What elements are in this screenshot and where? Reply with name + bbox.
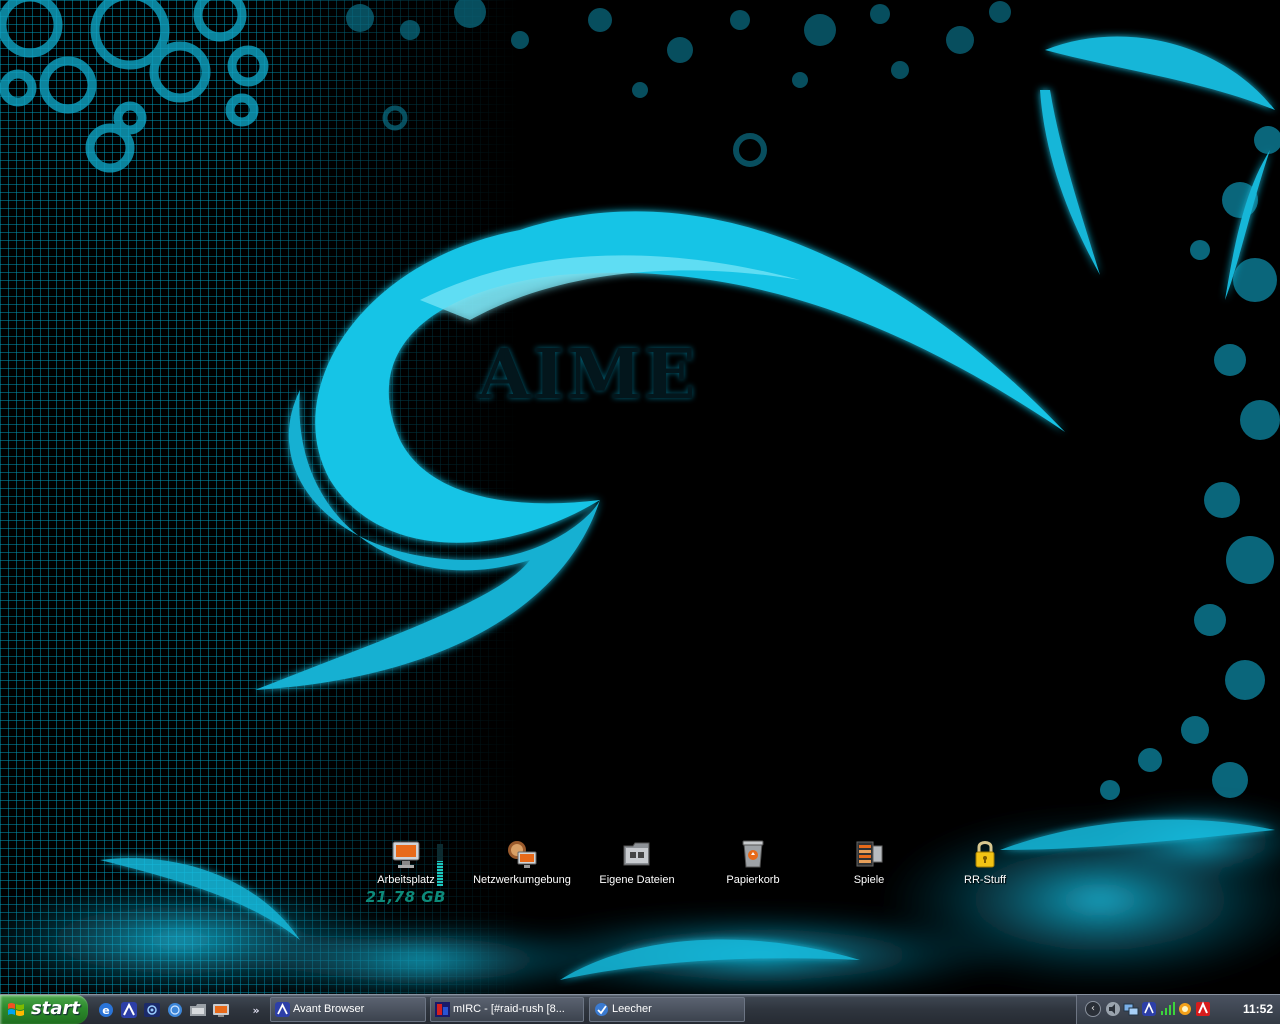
taskbar-button-label: Avant Browser	[293, 1003, 365, 1015]
antivirus-icon[interactable]	[1195, 1001, 1211, 1017]
mirc-icon	[435, 1002, 450, 1017]
ie-icon[interactable]: e	[96, 1000, 116, 1020]
network-icon	[506, 838, 538, 870]
recycle-bin-icon	[737, 838, 769, 870]
taskbar-button-leecher[interactable]: Leecher	[589, 997, 745, 1022]
media-icon[interactable]	[211, 1000, 231, 1020]
tray-expand-button[interactable]: ‹	[1085, 1001, 1101, 1017]
wallpaper-logo-text: AIME	[478, 335, 698, 415]
radio-icon[interactable]	[142, 1000, 162, 1020]
taskbar-button-mirc[interactable]: mIRC - [#raid-rush [8...	[430, 997, 584, 1022]
desktop-icon-label: Arbeitsplatz	[377, 874, 435, 886]
games-icon	[853, 838, 885, 870]
folder-icon	[621, 838, 653, 870]
wifi-icon[interactable]	[1159, 1001, 1175, 1017]
avant-browser-icon	[275, 1002, 290, 1017]
clock[interactable]: 11:52	[1243, 1002, 1273, 1016]
taskbar-button-label: Leecher	[612, 1003, 652, 1015]
quick-launch-more-button[interactable]: »	[250, 1004, 262, 1017]
avant-tray-icon[interactable]	[1141, 1001, 1157, 1017]
desktop-icon-arbeitsplatz[interactable]: Arbeitsplatz	[351, 838, 461, 886]
lock-icon	[969, 838, 1001, 870]
avant-browser-icon[interactable]	[119, 1000, 139, 1020]
volume-icon[interactable]	[1105, 1001, 1121, 1017]
desktop-icon-papierkorb[interactable]: Papierkorb	[698, 838, 808, 886]
windows-flag-icon	[8, 1003, 24, 1016]
computer-icon	[390, 838, 422, 870]
desktop-icon-label: Spiele	[853, 874, 885, 886]
tray-icons	[1105, 1001, 1211, 1017]
drive-free-space: 21,78 GB	[365, 888, 446, 906]
desktop-icon-rr-stuff[interactable]: RR-Stuff	[930, 838, 1040, 886]
desktop-icon-eigene-dateien[interactable]: Eigene Dateien	[582, 838, 692, 886]
taskbar-button-label: mIRC - [#raid-rush [8...	[453, 1003, 565, 1015]
svg-text:e: e	[102, 1004, 109, 1017]
explorer-icon[interactable]	[188, 1000, 208, 1020]
leecher-icon	[595, 1003, 608, 1016]
desktop-icon-netzwerkumgebung[interactable]: Netzwerkumgebung	[467, 838, 577, 886]
taskbar: start e » Avant Browser mIRC - [#raid-ru…	[0, 994, 1280, 1024]
desktop-icon-label: Eigene Dateien	[599, 874, 675, 886]
quick-launch-bar: e »	[96, 999, 262, 1021]
desktop-icon-spiele[interactable]: Spiele	[814, 838, 924, 886]
taskbar-button-avant-browser[interactable]: Avant Browser	[270, 997, 426, 1022]
start-label: start	[31, 998, 80, 1019]
start-button[interactable]: start	[0, 995, 88, 1024]
globe-icon[interactable]	[165, 1000, 185, 1020]
desktop-icon-label: Netzwerkumgebung	[473, 874, 571, 886]
system-tray: ‹ 11:52	[1076, 995, 1280, 1024]
network-tray-icon[interactable]	[1123, 1001, 1139, 1017]
messenger-icon[interactable]	[1177, 1001, 1193, 1017]
desktop-icon-label: Papierkorb	[726, 874, 780, 886]
desktop-icon-label: RR-Stuff	[964, 874, 1006, 886]
